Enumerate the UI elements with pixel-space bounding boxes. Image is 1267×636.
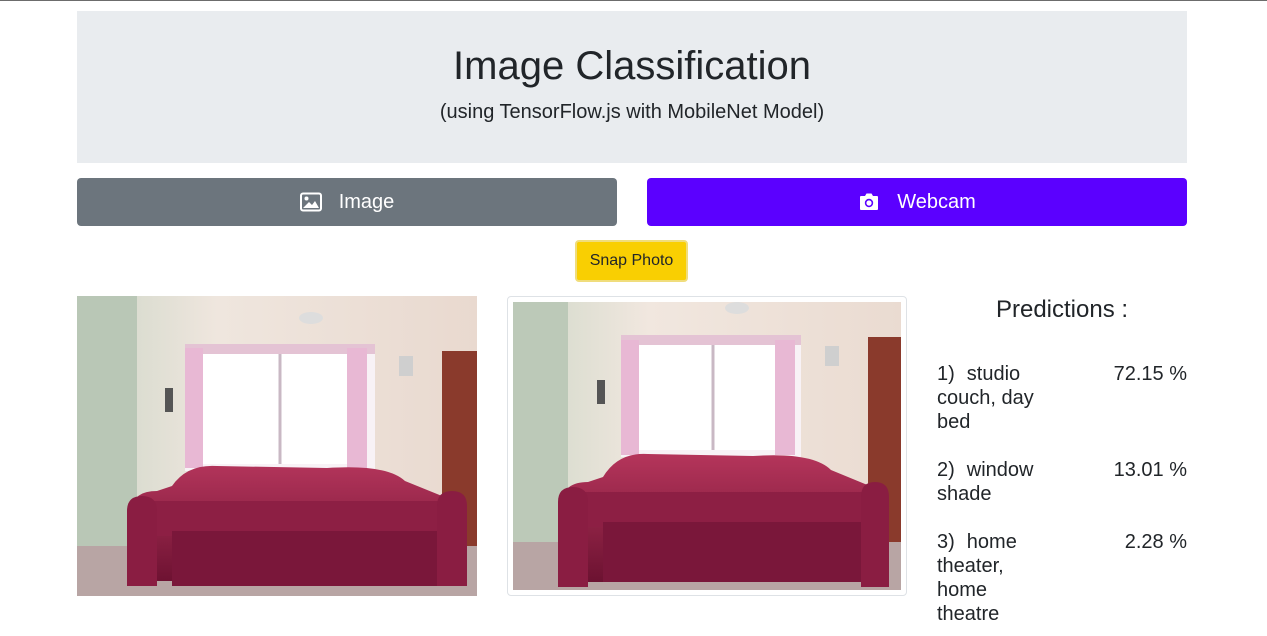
prediction-rank: 2)	[937, 459, 955, 481]
prediction-percent: 2.28 %	[1124, 531, 1187, 553]
page-title: Image Classification	[453, 44, 811, 88]
image-icon	[299, 192, 322, 212]
image-mode-label: Image	[338, 190, 395, 213]
prediction-label-wrap: 1) studio couch, day bed	[937, 362, 1067, 434]
page-subtitle: (using TensorFlow.js with MobileNet Mode…	[439, 101, 825, 123]
snap-photo-button[interactable]: Snap Photo	[575, 240, 688, 282]
page-header: Image Classification (using TensorFlow.j…	[77, 11, 1187, 163]
prediction-label-wrap: 3) home theater, home theatre	[937, 530, 1037, 626]
prediction-percent: 13.01 %	[1113, 459, 1187, 481]
prediction-rank: 1)	[937, 363, 955, 385]
webcam-mode-button[interactable]: Webcam	[647, 178, 1187, 226]
prediction-label-wrap: 2) window shade	[937, 458, 1067, 506]
prediction-percent: 72.15 %	[1113, 363, 1187, 385]
predictions-title: Predictions :	[995, 296, 1129, 323]
image-mode-button[interactable]: Image	[77, 178, 617, 226]
prediction-item: 3) home theater, home theatre 2.28 %	[937, 530, 1187, 626]
prediction-rank: 3)	[937, 531, 955, 553]
top-divider	[0, 0, 1267, 1]
camera-icon	[858, 192, 880, 212]
webcam-mode-label: Webcam	[897, 190, 976, 213]
snapshot-frame	[507, 296, 907, 596]
prediction-item: 2) window shade 13.01 %	[937, 458, 1187, 506]
snapshot-image	[513, 302, 901, 590]
prediction-item: 1) studio couch, day bed 72.15 %	[937, 362, 1187, 434]
webcam-live-view	[77, 296, 477, 596]
